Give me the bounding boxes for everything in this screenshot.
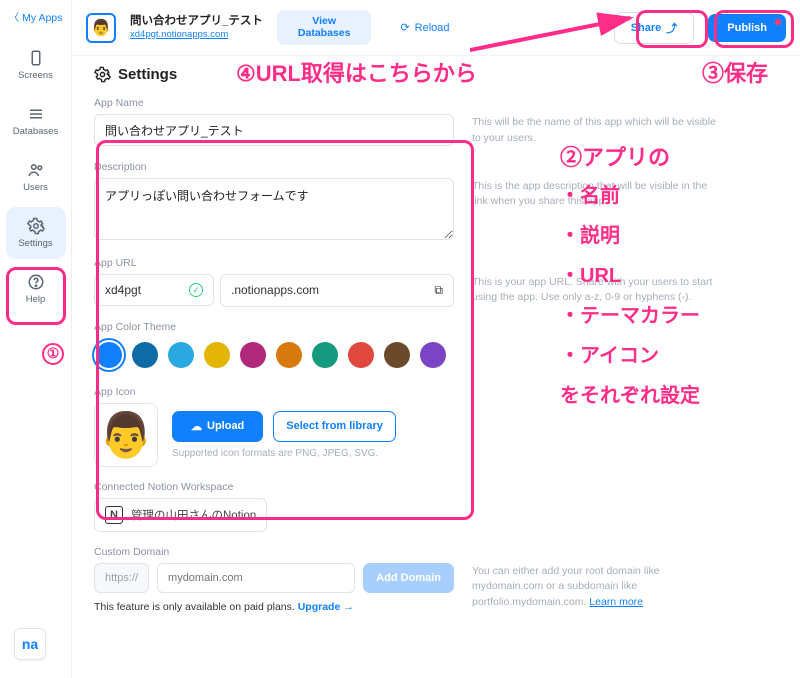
screens-icon [27, 49, 45, 67]
description-input[interactable] [94, 178, 454, 240]
add-domain-button[interactable]: Add Domain [363, 563, 454, 593]
color-swatch[interactable] [420, 342, 446, 368]
color-swatch[interactable] [312, 342, 338, 368]
app-avatar: 👨 [86, 13, 116, 43]
upgrade-notice: This feature is only available on paid p… [94, 601, 454, 613]
brand-badge: na [14, 628, 46, 660]
share-icon: ⤴ [666, 20, 677, 36]
sidebar-item-users[interactable]: Users [6, 151, 66, 203]
app-name-label: App Name [94, 97, 454, 109]
app-name-input[interactable] [94, 114, 454, 146]
app-title: 問い合わせアプリ_テスト [130, 14, 263, 28]
sidebar-item-help[interactable]: Help [6, 263, 66, 315]
back-label: My Apps [22, 12, 62, 24]
icon-label: App Icon [94, 386, 454, 398]
back-to-apps[interactable]: 〈 My Apps [9, 10, 63, 25]
reload-icon: ⟳ [400, 21, 409, 34]
workspace-label: Connected Notion Workspace [94, 481, 454, 493]
chevron-left-icon: 〈 [9, 10, 20, 25]
app-url-hint: This is your app URL. Share with your us… [472, 257, 722, 307]
page-title: Settings [94, 66, 778, 83]
databases-icon [27, 105, 45, 123]
description-hint: This is the app description that will be… [472, 161, 722, 243]
app-url-label: App URL [94, 257, 454, 269]
reload-button[interactable]: ⟳ Reload [385, 14, 464, 41]
select-library-button[interactable]: Select from library [273, 411, 396, 442]
app-name-hint: This will be the name of this app which … [472, 97, 722, 147]
sidebar-item-settings[interactable]: Settings [6, 207, 66, 259]
url-domain-field: .notionapps.com ⧉ [220, 274, 454, 307]
color-swatch[interactable] [276, 342, 302, 368]
color-swatch[interactable] [240, 342, 266, 368]
color-swatch[interactable] [132, 342, 158, 368]
color-swatch[interactable] [348, 342, 374, 368]
gear-icon [27, 217, 45, 235]
share-button[interactable]: Share ⤴ [614, 12, 695, 44]
color-swatch[interactable] [384, 342, 410, 368]
topbar: 👨 問い合わせアプリ_テスト xd4pgt.notionapps.com Vie… [72, 0, 800, 56]
copy-icon[interactable]: ⧉ [434, 283, 443, 298]
sidebar-item-screens[interactable]: Screens [6, 39, 66, 91]
help-icon [27, 273, 45, 291]
theme-label: App Color Theme [94, 321, 454, 333]
custom-domain-label: Custom Domain [94, 546, 454, 558]
sidebar-item-databases[interactable]: Databases [6, 95, 66, 147]
app-icon-preview: 👨 [94, 403, 158, 467]
workspace-value[interactable]: N 管理の山田さんのNotion [94, 498, 267, 532]
gear-icon [94, 66, 111, 83]
view-databases-button[interactable]: View Databases [277, 10, 372, 45]
protocol-prefix: https:// [94, 563, 149, 593]
custom-domain-input[interactable] [157, 563, 355, 593]
sidebar-label: Screens [18, 70, 53, 81]
color-swatch[interactable] [168, 342, 194, 368]
url-subdomain-field[interactable]: xd4pgt ✓ [94, 274, 214, 306]
upload-button[interactable]: ☁ Upload [172, 411, 263, 442]
upload-icon: ☁ [191, 420, 202, 433]
custom-domain-hint: You can either add your root domain like… [472, 546, 722, 613]
sidebar: 〈 My Apps Screens Databases Users Settin… [0, 0, 72, 678]
icon-hint: Supported icon formats are PNG, JPEG, SV… [172, 448, 396, 459]
app-url-link[interactable]: xd4pgt.notionapps.com [130, 29, 263, 41]
color-swatch[interactable] [96, 342, 122, 368]
notion-icon: N [105, 506, 123, 524]
color-swatch[interactable] [204, 342, 230, 368]
publish-button[interactable]: Publish [708, 14, 786, 42]
upgrade-link[interactable]: Upgrade → [298, 601, 354, 613]
learn-more-link[interactable]: Learn more [589, 596, 643, 608]
sidebar-label: Settings [18, 238, 52, 249]
color-swatches [94, 338, 454, 372]
check-circle-icon: ✓ [189, 283, 203, 297]
sidebar-label: Users [23, 182, 48, 193]
content: Settings App Name This will be the name … [72, 56, 800, 678]
users-icon [27, 161, 45, 179]
description-label: Description [94, 161, 454, 173]
sidebar-label: Databases [13, 126, 58, 137]
sidebar-label: Help [26, 294, 46, 305]
